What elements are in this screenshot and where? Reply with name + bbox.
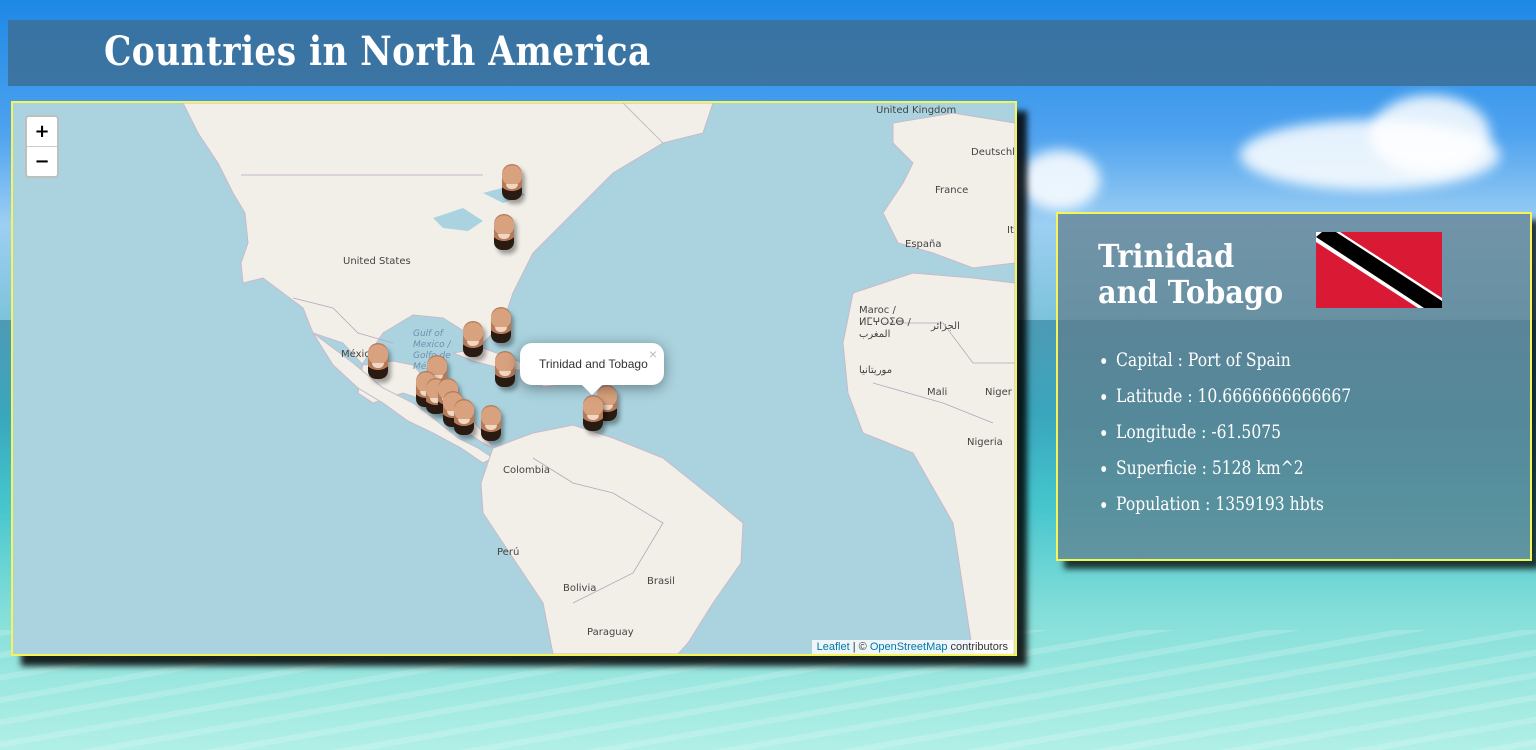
popup-country-name: Trinidad and Tobago: [539, 357, 648, 371]
map-label-mauritania: موريتانيا: [859, 365, 893, 376]
popup-close-button[interactable]: ×: [649, 346, 657, 362]
country-info-panel: Trinidad and Tobago Capital : Port of Sp…: [1056, 212, 1532, 561]
map-label-deutschland: Deutschl: [971, 147, 1015, 158]
zoom-control: + −: [25, 115, 59, 178]
detail-latitude: Latitude : 10.6666666666667: [1116, 378, 1351, 414]
detail-capital: Capital : Port of Spain: [1116, 342, 1351, 378]
world-map[interactable]: United Kingdom Deutschl France España It…: [11, 101, 1017, 656]
detail-population: Population : 1359193 hbts: [1116, 486, 1351, 522]
country-marker[interactable]: [491, 307, 511, 343]
country-marker-selected[interactable]: [583, 395, 603, 431]
map-label-united-states: United States: [343, 256, 411, 267]
page-header: Countries in North America: [8, 20, 1536, 86]
marker-popup: Trinidad and Tobago ×: [520, 343, 664, 395]
map-label-espana: España: [905, 239, 942, 250]
country-marker[interactable]: [481, 405, 501, 441]
cloud: [1370, 95, 1490, 175]
country-marker[interactable]: [454, 399, 474, 435]
country-marker[interactable]: [495, 351, 515, 387]
map-label-nigeria: Nigeria: [967, 437, 1003, 448]
map-label-colombia: Colombia: [503, 465, 550, 476]
zoom-out-button[interactable]: −: [27, 146, 57, 176]
map-label-united-kingdom: United Kingdom: [876, 105, 957, 116]
country-flag: [1316, 232, 1442, 308]
map-attribution: Leaflet | © OpenStreetMap contributors: [811, 640, 1013, 654]
detail-superficie: Superficie : 5128 km^2: [1116, 450, 1351, 486]
country-marker[interactable]: [368, 343, 388, 379]
map-label-paraguay: Paraguay: [587, 627, 634, 638]
map-label-brasil: Brasil: [647, 576, 675, 587]
zoom-in-button[interactable]: +: [27, 117, 57, 146]
map-label-peru: Perú: [497, 547, 520, 558]
leaflet-link[interactable]: Leaflet: [817, 641, 850, 653]
page-title: Countries in North America: [104, 28, 651, 75]
landmass-south-america: [480, 424, 744, 654]
country-name: Trinidad and Tobago: [1098, 237, 1284, 311]
country-marker[interactable]: [494, 214, 514, 250]
map-label-maroc: Maroc / ⵍⵎⵖⵔⵉⴱ / المغرب: [859, 305, 911, 340]
attribution-suffix: contributors: [947, 641, 1008, 653]
country-marker[interactable]: [463, 321, 483, 357]
map-label-niger: Niger: [985, 387, 1012, 398]
detail-longitude: Longitude : -61.5075: [1116, 414, 1351, 450]
map-label-algerie: الجزائر: [931, 321, 960, 332]
map-label-italia: It: [1007, 225, 1014, 236]
map-label-bolivia: Bolivia: [563, 583, 597, 594]
openstreetmap-link[interactable]: OpenStreetMap: [870, 641, 948, 653]
country-details-list: Capital : Port of Spain Latitude : 10.66…: [1096, 342, 1403, 522]
country-marker[interactable]: [502, 164, 522, 200]
attribution-separator: | ©: [849, 641, 870, 653]
map-label-france: France: [935, 185, 969, 196]
cloud: [1020, 150, 1100, 210]
map-label-mali: Mali: [927, 387, 948, 398]
